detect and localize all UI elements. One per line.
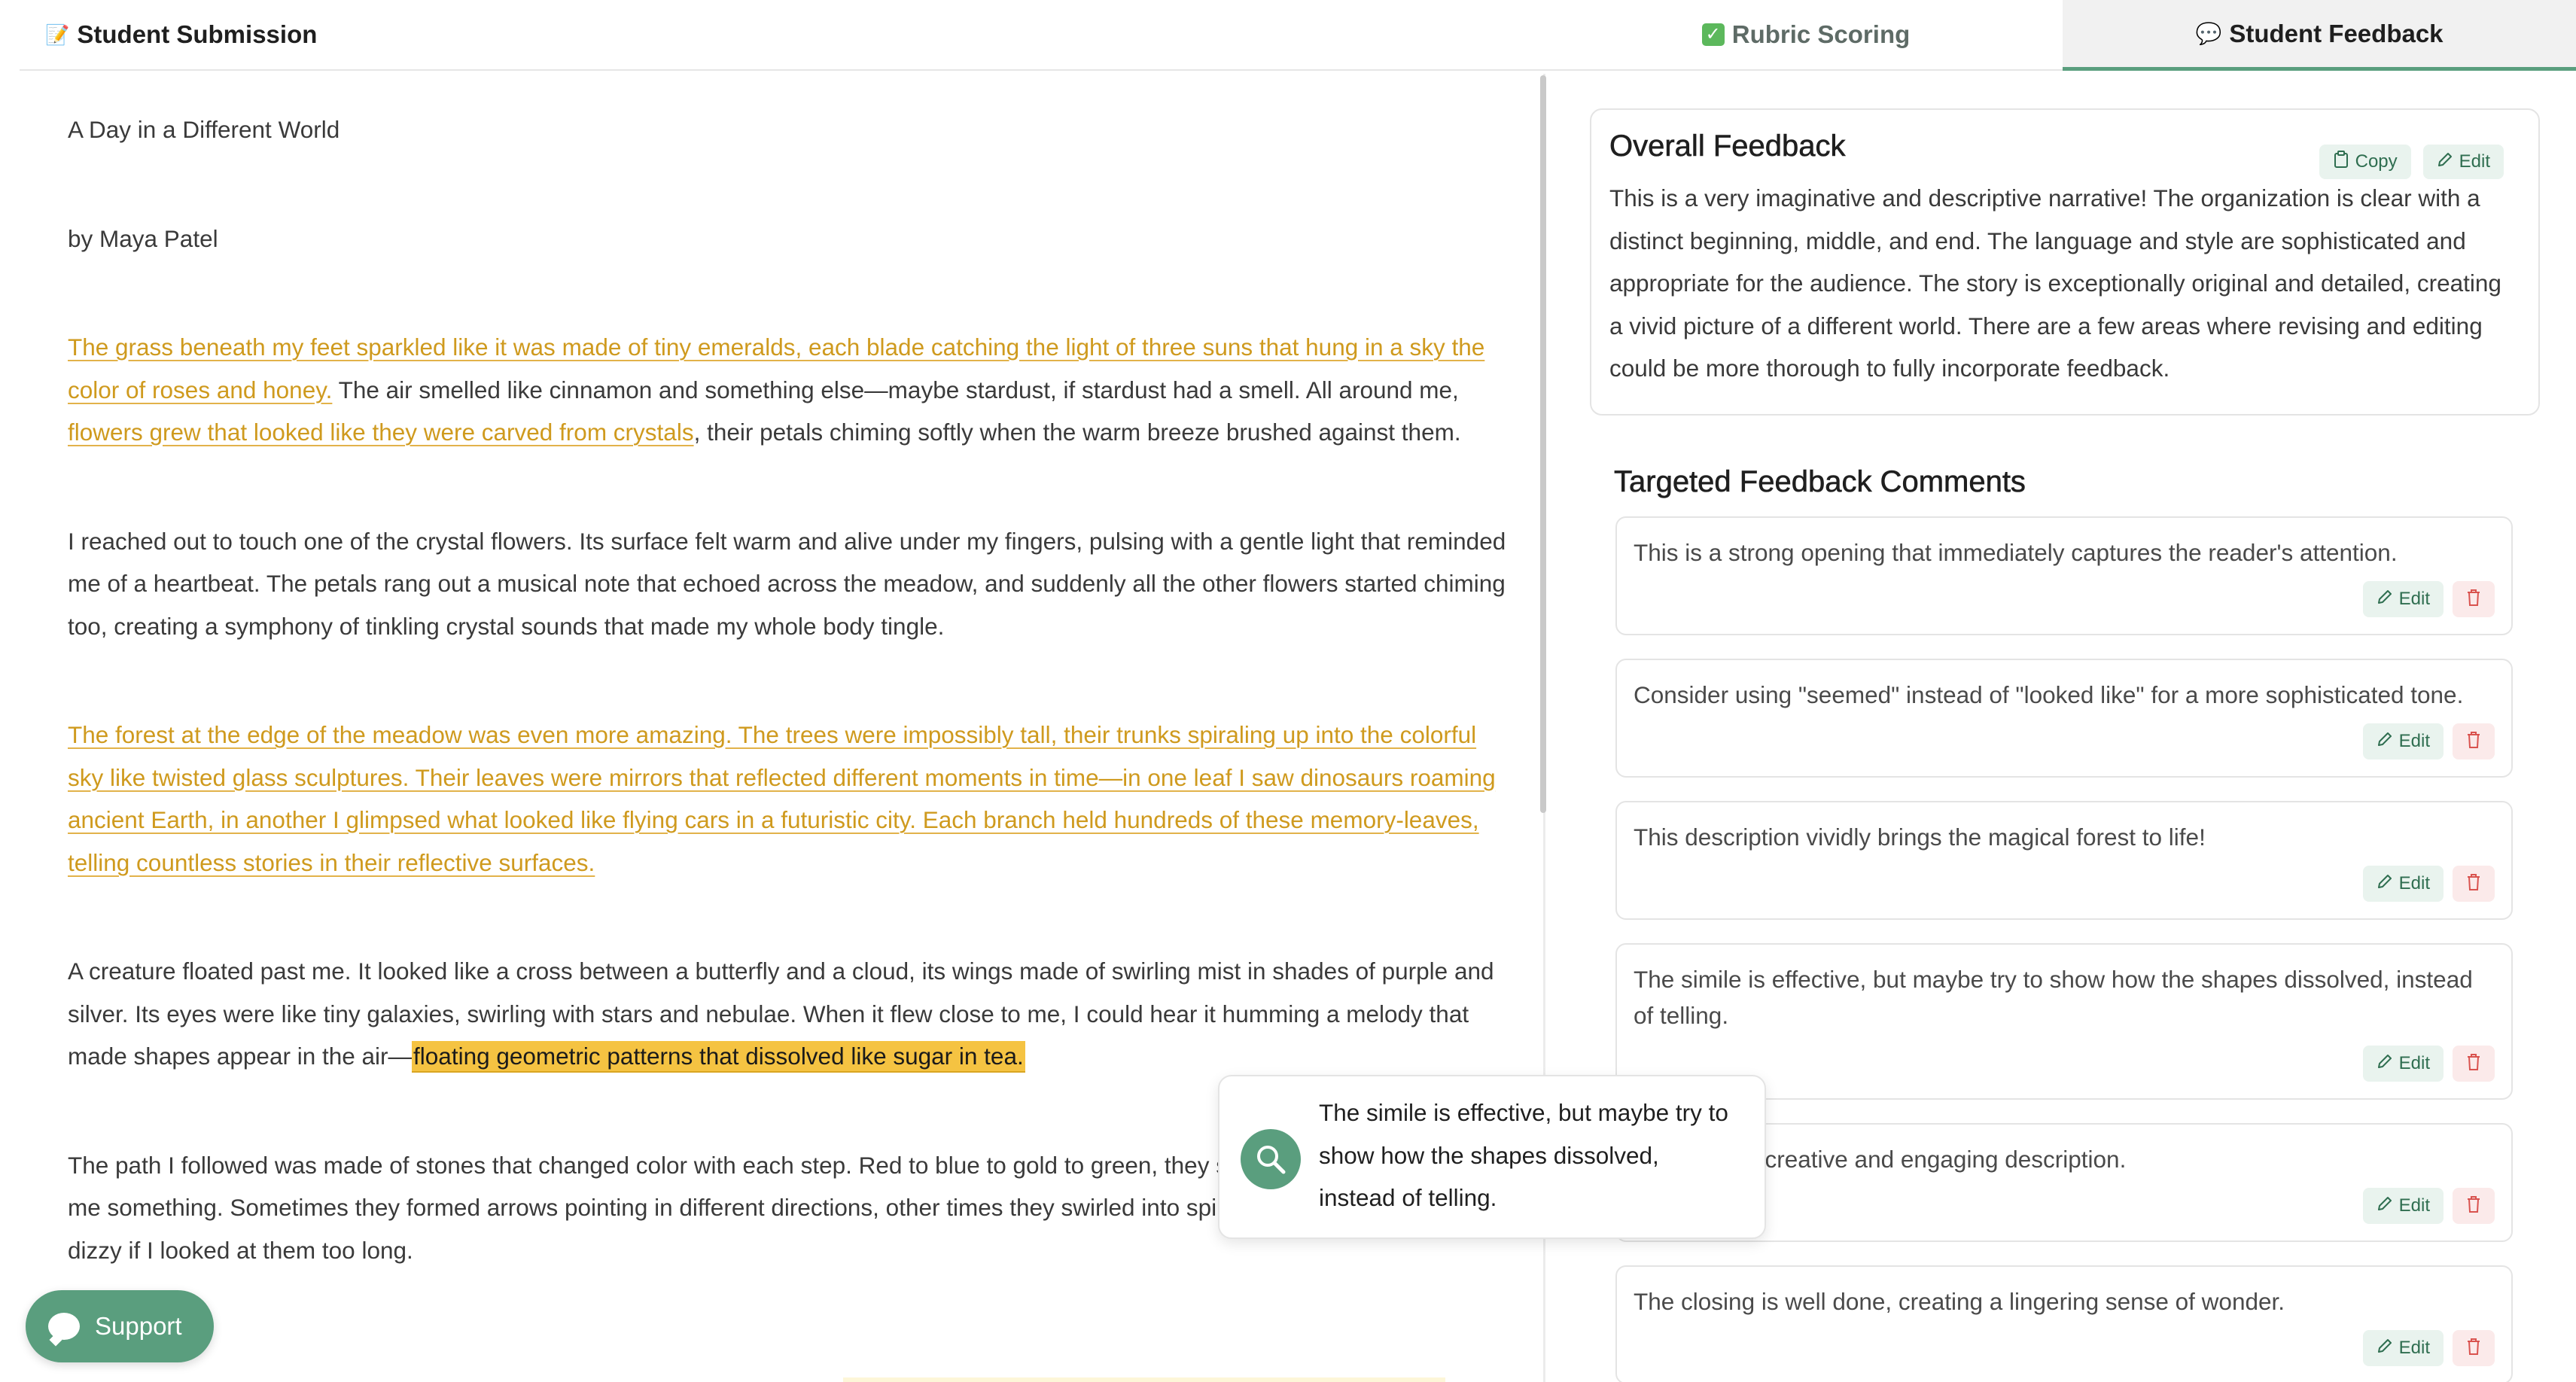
paragraph-text: , their petals chiming softly when the w… <box>693 419 1461 446</box>
copy-button[interactable]: Copy <box>2319 145 2411 179</box>
active-highlighted-passage[interactable]: floating geometric patterns that dissolv… <box>412 1041 1025 1073</box>
comment-text: This is a strong opening that immediatel… <box>1634 539 2398 566</box>
trash-icon <box>2465 873 2482 895</box>
speech-bubble-icon: 💬 <box>2195 21 2222 45</box>
pencil-icon <box>2377 873 2393 895</box>
tab-rubric-scoring[interactable]: ✓ Rubric Scoring <box>1549 0 2063 71</box>
next-highlight-fragment <box>843 1377 1445 1382</box>
trash-icon <box>2465 1338 2482 1359</box>
feedback-popup: The simile is effective, but maybe try t… <box>1218 1075 1766 1239</box>
edit-label: Edit <box>2459 151 2490 172</box>
support-button[interactable]: Support <box>26 1290 214 1362</box>
tab-student-feedback[interactable]: 💬 Student Feedback <box>2063 0 2576 71</box>
edit-label: Edit <box>2398 589 2430 609</box>
comment-actions: Edit <box>2362 1046 2495 1082</box>
overall-feedback-text: This is a very imaginative and descripti… <box>1609 184 2501 382</box>
comment-actions: Edit <box>2362 723 2495 759</box>
essay-byline: by Maya Patel <box>68 224 218 252</box>
feedback-comment-card: Consider using "seemed" instead of "look… <box>1615 659 2513 778</box>
highlighted-passage[interactable]: flowers grew that looked like they were … <box>68 419 694 446</box>
edit-label: Edit <box>2398 1338 2430 1358</box>
copy-label: Copy <box>2355 151 2398 172</box>
edit-comment-button[interactable]: Edit <box>2362 723 2444 759</box>
tab-label: Student Feedback <box>2229 19 2444 47</box>
essay-paragraph: The forest at the edge of the meadow was… <box>68 714 1513 884</box>
essay-paragraph: I reached out to touch one of the crysta… <box>68 527 1506 640</box>
comment-text: Consider using "seemed" instead of "look… <box>1634 681 2464 708</box>
essay-paragraph: A creature floated past me. It looked li… <box>68 950 1513 1078</box>
chat-bubble-icon <box>48 1313 80 1340</box>
delete-comment-button[interactable] <box>2453 866 2495 902</box>
delete-comment-button[interactable] <box>2453 581 2495 617</box>
page-title: Student Submission <box>77 20 318 48</box>
header-submission: 📝 Student Submission <box>20 0 1549 71</box>
comment-actions: Edit <box>2362 1330 2495 1366</box>
overall-feedback-card: Overall Feedback Copy Edit This is a ver… <box>1590 108 2540 416</box>
targeted-feedback-title: Targeted Feedback Comments <box>1614 465 2026 499</box>
edit-overall-button[interactable]: Edit <box>2422 145 2504 179</box>
feedback-comment-card: This is a strong opening that immediatel… <box>1615 516 2513 635</box>
pencil-icon <box>2377 1338 2393 1359</box>
delete-comment-button[interactable] <box>2453 1330 2495 1366</box>
essay-title: A Day in a Different World <box>68 116 340 143</box>
delete-comment-button[interactable] <box>2453 1188 2495 1224</box>
edit-comment-button[interactable]: Edit <box>2362 866 2444 902</box>
paragraph-text: The air smelled like cinnamon and someth… <box>332 376 1459 403</box>
feedback-comment-card: This description vividly brings the magi… <box>1615 801 2513 920</box>
edit-label: Edit <box>2398 1053 2430 1073</box>
comment-actions: Edit <box>2362 581 2495 617</box>
support-label: Support <box>95 1312 182 1340</box>
clipboard-icon <box>2333 151 2349 173</box>
edit-comment-button[interactable]: Edit <box>2362 1330 2444 1366</box>
edit-comment-button[interactable]: Edit <box>2362 1188 2444 1224</box>
tab-label: Rubric Scoring <box>1731 20 1911 48</box>
popup-text: The simile is effective, but maybe try t… <box>1319 1099 1728 1211</box>
comment-actions: Edit <box>2362 866 2495 902</box>
pencil-icon <box>2377 1053 2393 1075</box>
trash-icon <box>2465 1053 2482 1075</box>
edit-label: Edit <box>2398 1195 2430 1216</box>
trash-icon <box>2465 1195 2482 1217</box>
tab-bar: ✓ Rubric Scoring 💬 Student Feedback <box>1549 0 2576 71</box>
pencil-icon <box>2377 1195 2393 1217</box>
feedback-comment-card: The closing is well done, creating a lin… <box>1615 1265 2513 1382</box>
check-box-icon: ✓ <box>1701 23 1725 46</box>
comment-actions: Edit <box>2362 1188 2495 1224</box>
search-icon <box>1241 1129 1301 1189</box>
trash-icon <box>2465 731 2482 753</box>
comment-text: The simile is effective, but maybe try t… <box>1634 966 2473 1029</box>
edit-label: Edit <box>2398 731 2430 751</box>
delete-comment-button[interactable] <box>2453 723 2495 759</box>
edit-comment-button[interactable]: Edit <box>2362 1046 2444 1082</box>
highlighted-passage[interactable]: The forest at the edge of the meadow was… <box>68 721 1496 876</box>
overall-actions: Copy Edit <box>2319 145 2504 179</box>
delete-comment-button[interactable] <box>2453 1046 2495 1082</box>
pencil-icon <box>2437 151 2453 172</box>
edit-label: Edit <box>2398 873 2430 893</box>
comment-text: This description vividly brings the magi… <box>1634 823 2206 851</box>
memo-icon: 📝 <box>45 23 70 46</box>
essay-scrollbar[interactable] <box>1540 75 1546 813</box>
essay-paragraph: The grass beneath my feet sparkled like … <box>68 326 1513 454</box>
pencil-icon <box>2377 589 2393 610</box>
trash-icon <box>2465 589 2482 610</box>
edit-comment-button[interactable]: Edit <box>2362 581 2444 617</box>
comment-text: The closing is well done, creating a lin… <box>1634 1288 2285 1315</box>
pencil-icon <box>2377 731 2393 753</box>
